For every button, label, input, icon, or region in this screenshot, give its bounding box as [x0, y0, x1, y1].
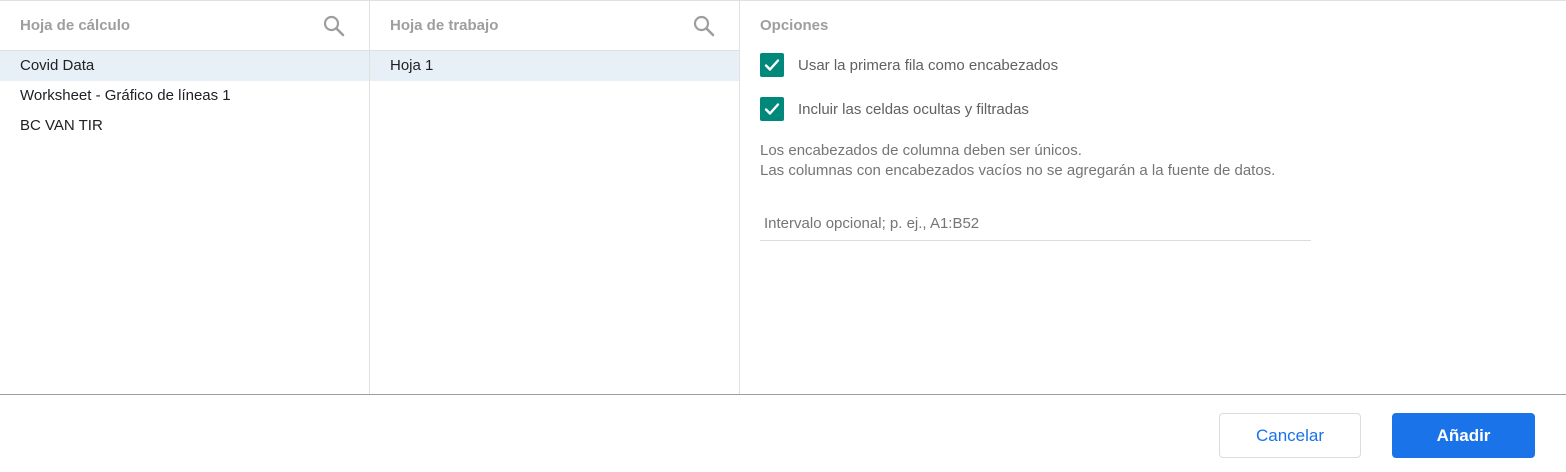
options-title: Opciones — [760, 17, 829, 34]
list-item[interactable]: Worksheet - Gráfico de líneas 1 — [0, 81, 369, 111]
add-button[interactable]: Añadir — [1392, 413, 1535, 458]
first-row-headers-checkbox[interactable] — [760, 53, 784, 77]
search-icon[interactable] — [691, 13, 717, 39]
hidden-cells-checkbox[interactable] — [760, 97, 784, 121]
list-item[interactable]: Hoja 1 — [370, 51, 739, 81]
add-data-dialog: Hoja de cálculo Covid Data Worksheet - G… — [0, 0, 1566, 472]
headers-note-line-2: Las columnas con encabezados vacíos no s… — [760, 162, 1276, 179]
options-column: Opciones Usar la primera fila como encab… — [740, 1, 1566, 394]
hidden-cells-label: Incluir las celdas ocultas y filtradas — [798, 100, 1029, 118]
cancel-button[interactable]: Cancelar — [1219, 413, 1361, 458]
search-icon[interactable] — [321, 13, 347, 39]
headers-note-line-1: Los encabezados de columna deben ser úni… — [760, 142, 1082, 159]
first-row-headers-checkbox-row[interactable]: Usar la primera fila como encabezados — [760, 53, 1058, 77]
spreadsheet-column-title: Hoja de cálculo — [20, 17, 131, 34]
panels: Hoja de cálculo Covid Data Worksheet - G… — [0, 1, 1566, 394]
spreadsheet-column: Hoja de cálculo Covid Data Worksheet - G… — [0, 1, 370, 394]
worksheet-column-header: Hoja de trabajo — [370, 1, 739, 51]
worksheet-list: Hoja 1 — [370, 51, 739, 81]
list-item[interactable]: BC VAN TIR — [0, 111, 369, 141]
list-item[interactable]: Covid Data — [0, 51, 369, 81]
worksheet-column: Hoja de trabajo Hoja 1 — [370, 1, 740, 394]
first-row-headers-label: Usar la primera fila como encabezados — [798, 56, 1059, 74]
hidden-cells-checkbox-row[interactable]: Incluir las celdas ocultas y filtradas — [760, 97, 1029, 121]
checkmark-icon — [764, 103, 780, 115]
headers-note: Los encabezados de columna deben ser úni… — [760, 141, 1275, 181]
range-input[interactable] — [760, 207, 1311, 241]
spreadsheet-list: Covid Data Worksheet - Gráfico de líneas… — [0, 51, 369, 141]
dialog-footer: Cancelar Añadir — [0, 394, 1566, 472]
checkmark-icon — [764, 59, 780, 71]
worksheet-column-title: Hoja de trabajo — [390, 17, 499, 34]
spreadsheet-column-header: Hoja de cálculo — [0, 1, 369, 51]
